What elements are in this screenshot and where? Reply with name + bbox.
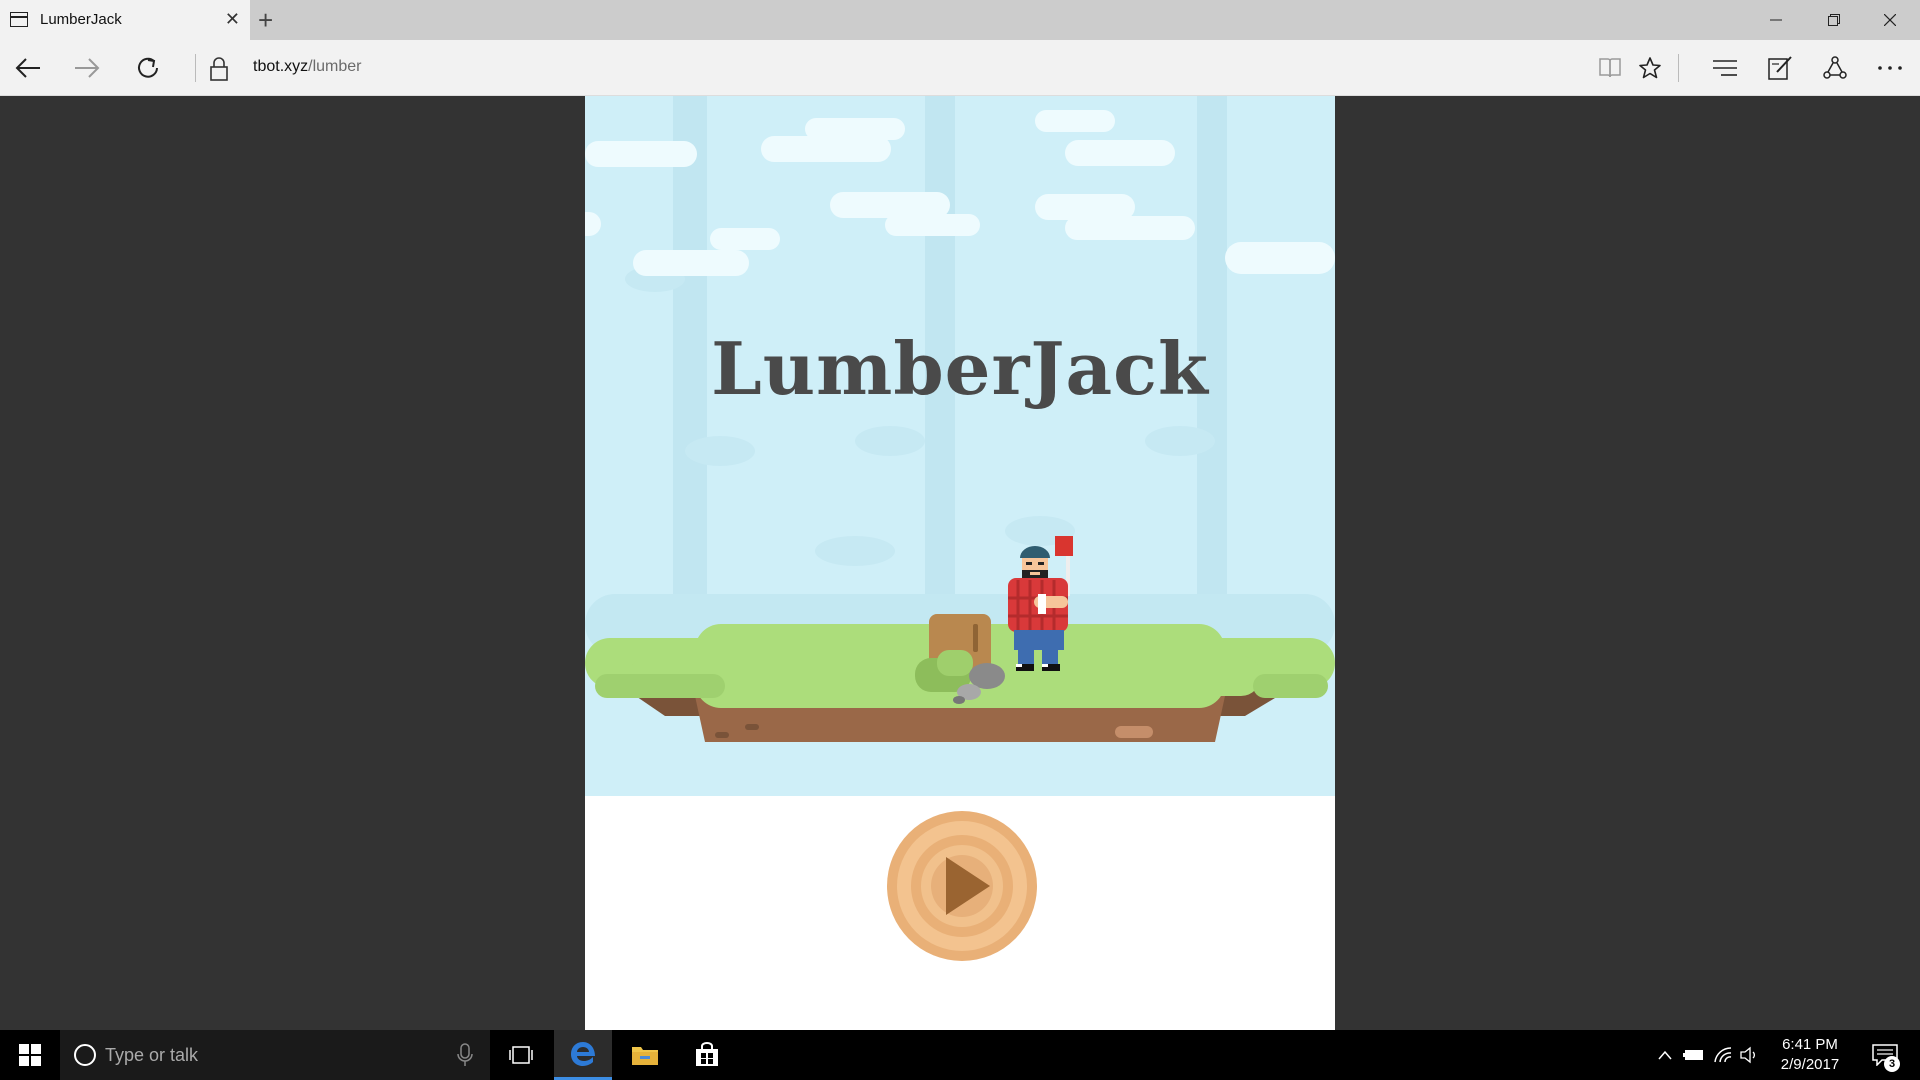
- clock-time: 6:41 PM: [1782, 1036, 1838, 1053]
- task-view-icon: [509, 1046, 533, 1064]
- search-box[interactable]: Type or talk: [60, 1030, 490, 1080]
- arrow-left-icon: [15, 58, 40, 78]
- restore-button[interactable]: [1806, 0, 1862, 40]
- lock-icon[interactable]: [207, 56, 231, 82]
- chevron-up-icon: [1658, 1050, 1672, 1060]
- favorite-button[interactable]: [1630, 48, 1670, 88]
- divider: [1678, 54, 1679, 82]
- refresh-icon: [138, 57, 158, 78]
- minimize-icon: [1770, 19, 1782, 21]
- restore-icon: [1828, 14, 1840, 26]
- action-center-button[interactable]: 3: [1860, 1030, 1910, 1080]
- hub-button[interactable]: [1705, 48, 1745, 88]
- address-bar: tbot.xyz/lumber: [0, 40, 1920, 96]
- tab-strip: LumberJack ✕ +: [0, 0, 1920, 40]
- page-icon: [10, 12, 28, 27]
- battery-icon: [1683, 1050, 1703, 1060]
- volume-indicator[interactable]: [1738, 1030, 1762, 1080]
- web-note-button[interactable]: [1760, 48, 1800, 88]
- play-button[interactable]: [887, 811, 1037, 961]
- store-icon: [696, 1042, 718, 1066]
- forward-button[interactable]: [67, 48, 107, 88]
- more-icon: [1878, 66, 1902, 70]
- play-icon: [946, 857, 990, 915]
- pen-note-icon: [1768, 56, 1792, 80]
- share-button[interactable]: [1815, 48, 1855, 88]
- task-view-button[interactable]: [492, 1030, 550, 1080]
- book-icon: [1599, 58, 1621, 78]
- battery-indicator[interactable]: [1680, 1030, 1708, 1080]
- file-explorer-button[interactable]: [616, 1030, 674, 1080]
- network-indicator[interactable]: [1710, 1030, 1736, 1080]
- edge-taskbar-button[interactable]: [554, 1030, 612, 1080]
- url-path: /lumber: [308, 58, 362, 75]
- search-placeholder: Type or talk: [105, 1045, 199, 1065]
- back-button[interactable]: [8, 48, 48, 88]
- windows-logo-icon: [19, 1044, 41, 1066]
- taskbar: Type or talk 6:41 PM 2/9/2017 3: [0, 1030, 1920, 1080]
- share-icon: [1823, 56, 1847, 79]
- star-icon: [1639, 57, 1661, 79]
- reading-view-button[interactable]: [1590, 48, 1630, 88]
- speaker-icon: [1740, 1046, 1755, 1064]
- ground-island: [585, 614, 1335, 742]
- folder-icon: [632, 1047, 658, 1065]
- more-button[interactable]: [1870, 48, 1910, 88]
- hub-icon: [1713, 60, 1737, 76]
- clock[interactable]: 6:41 PM 2/9/2017: [1760, 1035, 1860, 1075]
- browser-tab[interactable]: LumberJack ✕: [0, 0, 250, 40]
- store-button[interactable]: [678, 1030, 736, 1080]
- url-host: tbot.xyz: [253, 58, 309, 75]
- tab-title: LumberJack: [40, 11, 122, 28]
- url-field[interactable]: tbot.xyz/lumber: [253, 58, 362, 76]
- close-icon: [1884, 14, 1896, 26]
- close-window-button[interactable]: [1862, 0, 1918, 40]
- refresh-button[interactable]: [128, 48, 168, 88]
- lumberjack-character[interactable]: [1000, 536, 1090, 676]
- game-title: LumberJack: [711, 326, 1209, 411]
- microphone-icon[interactable]: [457, 1043, 473, 1067]
- start-button[interactable]: [0, 1030, 60, 1080]
- new-tab-button[interactable]: +: [258, 6, 273, 34]
- arrow-right-icon: [75, 58, 100, 78]
- page-viewport: LumberJack: [0, 96, 1920, 1030]
- notification-count-badge: 3: [1884, 1056, 1900, 1072]
- game-canvas[interactable]: LumberJack: [585, 96, 1335, 1030]
- close-tab-button[interactable]: ✕: [225, 9, 240, 29]
- divider: [195, 54, 196, 82]
- clock-date: 2/9/2017: [1780, 1056, 1840, 1073]
- show-hidden-icons-button[interactable]: [1652, 1030, 1678, 1080]
- minimize-button[interactable]: [1748, 0, 1804, 40]
- cortana-icon: [74, 1044, 96, 1066]
- edge-icon: [571, 1041, 595, 1066]
- wifi-icon: [1714, 1047, 1732, 1063]
